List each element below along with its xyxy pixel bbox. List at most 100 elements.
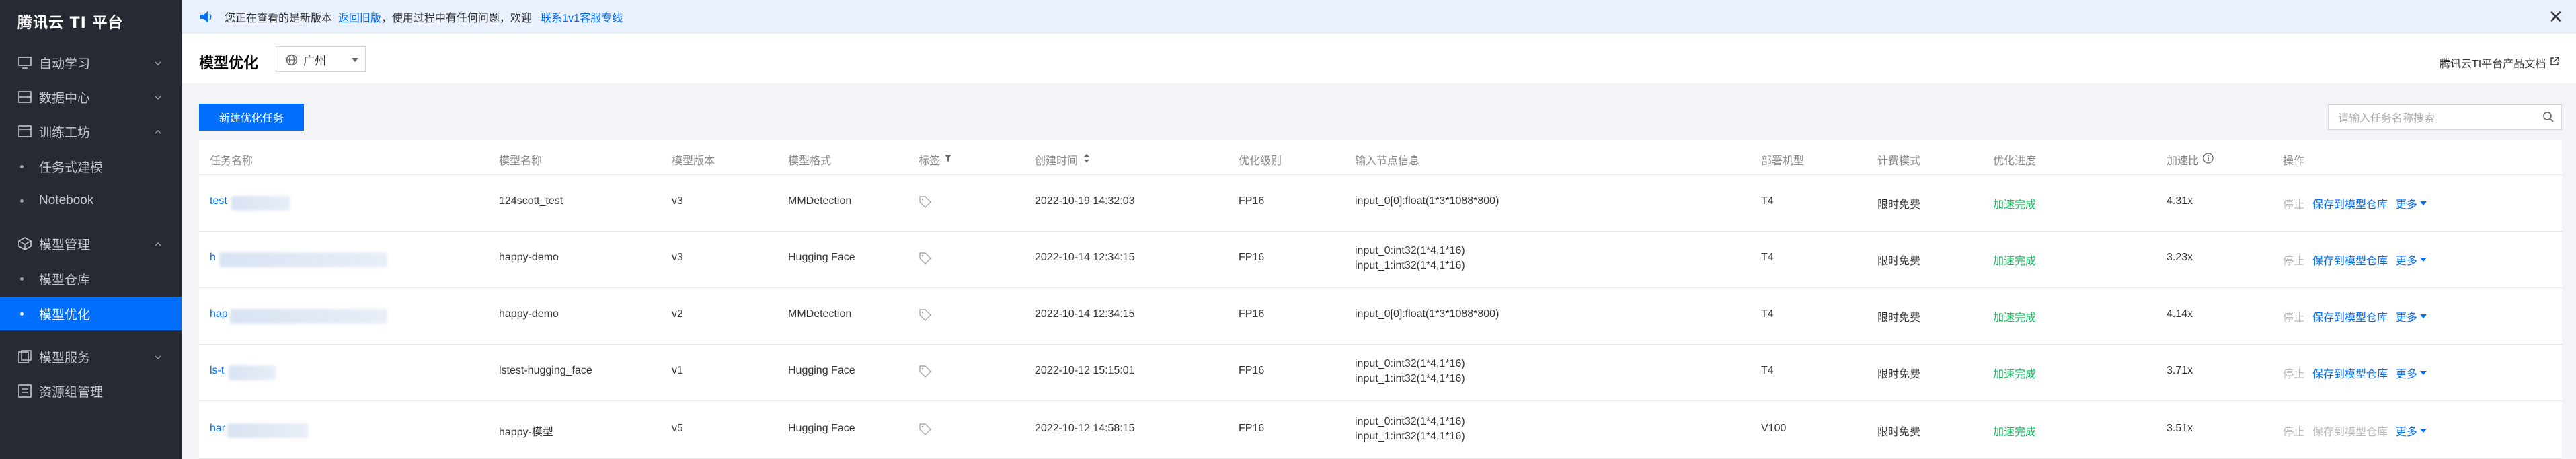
more-button[interactable]: 更多	[2396, 423, 2427, 439]
col-task-name: 任务名称	[210, 155, 253, 167]
optimization-task-table: 任务名称 模型名称 模型版本 模型格式 标签 创建时间 优化级别 输入节点信息 …	[199, 140, 2562, 459]
col-billing-mode: 计费模式	[1877, 155, 1921, 167]
task-name-link[interactable]: hap	[210, 308, 228, 320]
tag-icon[interactable]	[919, 365, 932, 382]
tag-icon[interactable]	[919, 252, 932, 269]
chevron-down-icon	[155, 57, 161, 68]
region-select[interactable]: 广州	[276, 46, 366, 72]
more-label: 更多	[2396, 312, 2418, 324]
new-optimization-task-button[interactable]: 新建优化任务	[199, 104, 304, 131]
col-tags[interactable]: 标签	[919, 151, 952, 168]
more-button[interactable]: 更多	[2396, 195, 2427, 211]
tag-icon[interactable]	[919, 195, 932, 212]
input-node-info: input_0:int32(1*4,1*16)	[1355, 416, 1465, 427]
notice-text-2: ，使用过程中有任何问题，欢迎	[381, 13, 532, 24]
save-to-repo-button[interactable]: 保存到模型仓库	[2312, 365, 2388, 381]
notice-bar: 您正在查看的是新版本 返回旧版，使用过程中有任何问题，欢迎 联系1v1客服专线 …	[182, 0, 2576, 34]
created-time: 2022-10-14 12:34:15	[1035, 308, 1135, 320]
brand-logo[interactable]: 腾讯云 TI 平台	[0, 0, 182, 43]
task-name-link[interactable]: har	[210, 423, 225, 435]
bullet-icon	[20, 312, 24, 316]
more-button[interactable]: 更多	[2396, 308, 2427, 324]
filter-icon[interactable]	[944, 153, 952, 166]
col-created-time[interactable]: 创建时间	[1035, 151, 1090, 168]
tag-icon[interactable]	[919, 308, 932, 325]
row-actions: 停止 保存到模型仓库 更多	[2283, 308, 2427, 324]
more-button[interactable]: 更多	[2396, 252, 2427, 268]
task-name-link[interactable]: test	[210, 195, 227, 207]
sidebar-item-auto-learning[interactable]: 自动学习	[0, 46, 182, 79]
contact-support-link[interactable]: 联系1v1客服专线	[541, 13, 623, 24]
model-format: Hugging Face	[788, 423, 855, 434]
redacted-text	[230, 309, 387, 324]
col-speedup-label: 加速比	[2167, 155, 2199, 167]
more-label: 更多	[2396, 256, 2418, 267]
sidebar-item-resource-group[interactable]: 资源组管理	[0, 374, 182, 408]
more-button[interactable]: 更多	[2396, 365, 2427, 381]
save-to-repo-button[interactable]: 保存到模型仓库	[2312, 308, 2388, 324]
chevron-up-icon	[155, 126, 161, 137]
search-icon[interactable]	[2542, 111, 2554, 127]
sidebar-item-model-management[interactable]: 模型管理	[0, 227, 182, 260]
chevron-down-icon	[155, 351, 161, 362]
col-model-name: 模型名称	[499, 155, 543, 167]
model-format: Hugging Face	[788, 365, 855, 376]
progress-status: 加速完成	[1993, 427, 2037, 438]
sidebar-item-task-modeling[interactable]: 任务式建模	[0, 149, 182, 183]
search-input[interactable]: 请输入任务名称搜索	[2328, 104, 2562, 130]
task-name-link[interactable]: h	[210, 252, 216, 264]
sidebar-item-label: 模型仓库	[39, 273, 91, 287]
row-actions: 停止 保存到模型仓库 更多	[2283, 423, 2427, 439]
sidebar-item-data-center[interactable]: 数据中心	[0, 80, 182, 114]
table-row: har happy-模型 v5 Hugging Face 2022-10-12 …	[199, 401, 2562, 459]
optimization-level: FP16	[1239, 195, 1265, 207]
sidebar-item-model-optimization[interactable]: 模型优化	[0, 297, 182, 330]
monitor-icon	[17, 55, 32, 70]
doc-link-label: 腾讯云TI平台产品文档	[2440, 59, 2546, 70]
more-label: 更多	[2396, 199, 2418, 211]
sidebar-item-label: 模型管理	[39, 238, 91, 252]
row-actions: 停止 保存到模型仓库 更多	[2283, 365, 2427, 381]
save-to-repo-button[interactable]: 保存到模型仓库	[2312, 195, 2388, 211]
machine-type: T4	[1761, 252, 1774, 263]
close-icon[interactable]: ✕	[2548, 7, 2563, 28]
server-icon	[17, 384, 32, 398]
col-actions: 操作	[2283, 155, 2305, 167]
notice-text: 您正在查看的是新版本 返回旧版，使用过程中有任何问题，欢迎 联系1v1客服专线	[225, 9, 623, 25]
stop-button[interactable]: 停止	[2283, 308, 2304, 324]
stop-button[interactable]: 停止	[2283, 365, 2304, 381]
cube-icon	[17, 236, 32, 251]
model-version: v2	[672, 308, 683, 320]
sidebar-item-model-service[interactable]: 模型服务	[0, 340, 182, 374]
input-node-info: input_0[0]:float(1*3*1088*800)	[1355, 308, 1499, 320]
model-name: 124scott_test	[499, 195, 563, 207]
task-name-link[interactable]: ls-t	[210, 365, 224, 377]
product-doc-link[interactable]: 腾讯云TI平台产品文档	[2440, 55, 2559, 71]
machine-type: T4	[1761, 308, 1774, 320]
sort-icon[interactable]	[1083, 153, 1090, 166]
model-format: MMDetection	[788, 195, 852, 207]
optimization-level: FP16	[1239, 365, 1265, 376]
back-to-old-version-link[interactable]: 返回旧版	[338, 13, 381, 24]
model-name: happy-模型	[499, 427, 553, 438]
speedup-value: 3.71x	[2167, 365, 2193, 376]
save-to-repo-button[interactable]: 保存到模型仓库	[2312, 252, 2388, 268]
caret-down-icon	[2420, 258, 2427, 262]
caret-down-icon	[2420, 314, 2427, 318]
progress-status: 加速完成	[1993, 312, 2037, 324]
sidebar-item-model-repo[interactable]: 模型仓库	[0, 262, 182, 295]
model-version: v3	[672, 195, 683, 207]
redacted-text	[219, 252, 387, 267]
save-to-repo-button[interactable]: 保存到模型仓库	[2312, 423, 2388, 439]
more-label: 更多	[2396, 369, 2418, 380]
col-model-version: 模型版本	[672, 155, 715, 167]
stop-button[interactable]: 停止	[2283, 252, 2304, 268]
sidebar-item-training[interactable]: 训练工坊	[0, 114, 182, 148]
info-icon[interactable]	[2203, 152, 2214, 167]
workshop-icon	[17, 124, 32, 139]
sidebar-item-notebook[interactable]: Notebook	[0, 184, 182, 217]
more-label: 更多	[2396, 427, 2418, 438]
stop-button[interactable]: 停止	[2283, 423, 2304, 439]
tag-icon[interactable]	[919, 423, 932, 439]
stop-button[interactable]: 停止	[2283, 195, 2304, 211]
